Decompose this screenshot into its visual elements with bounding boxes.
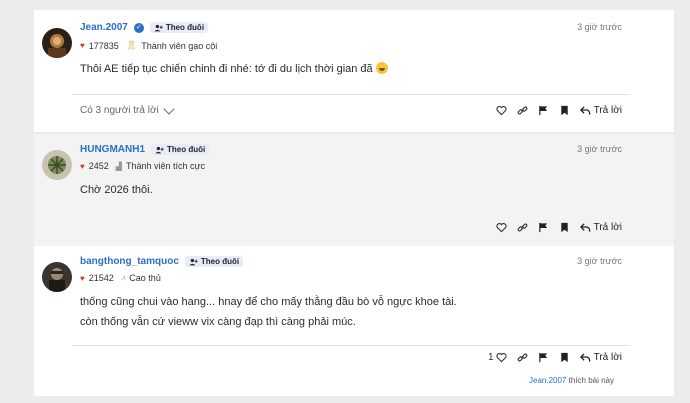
bookmark-button[interactable] — [559, 222, 570, 233]
like-button[interactable] — [496, 222, 507, 233]
link-icon — [517, 223, 527, 232]
chart-icon: ⩘ — [120, 273, 126, 282]
bookmark-button[interactable] — [559, 352, 570, 363]
link-icon — [517, 106, 527, 115]
replies-toggle[interactable]: Có 3 người trả lời — [80, 103, 175, 116]
user-meta: ♥ 2452 ▟ Thành viên tích cực — [80, 161, 205, 171]
post-text-line: Thôi AE tiếp tục chiến chinh đi nhé: tớ … — [80, 63, 373, 75]
liked-by-user[interactable]: Jean.2007 — [529, 376, 566, 385]
avatar[interactable] — [42, 262, 72, 292]
heart-outline-icon — [496, 223, 507, 233]
flag-icon — [538, 105, 547, 116]
bookmark-icon — [560, 105, 568, 116]
divider — [72, 345, 630, 346]
bookmark-icon — [560, 222, 568, 233]
follow-label: Theo đuôi — [165, 23, 205, 32]
grin-emoji-icon — [375, 62, 388, 74]
heart-icon: ♥ — [80, 273, 85, 283]
copy-link-button[interactable] — [517, 352, 528, 363]
like-button[interactable] — [496, 105, 507, 116]
post-header: Jean.2007 ✓ Theo đuôi — [80, 22, 209, 33]
chevron-down-icon — [163, 103, 175, 115]
avatar[interactable] — [42, 28, 72, 58]
copy-link-button[interactable] — [517, 105, 528, 116]
post-time[interactable]: 3 giờ trước — [577, 22, 622, 32]
post-actions: Trả lời — [496, 222, 622, 233]
heart-outline-icon — [496, 353, 507, 363]
post-actions: 1 Trả lời — [488, 352, 622, 363]
bars-icon: ▟ — [115, 161, 122, 171]
bookmark-icon — [560, 352, 568, 363]
post-2: HUNGMANH1 Theo đuôi 3 giờ trước ♥ 2452 ▟… — [34, 134, 674, 246]
rank-title: Thành viên tích cực — [125, 161, 205, 171]
flag-icon — [538, 222, 547, 233]
verified-icon: ✓ — [133, 22, 144, 33]
post-body: Thôi AE tiếp tục chiến chinh đi nhé: tớ … — [80, 59, 388, 79]
like-count: 1 — [488, 352, 494, 363]
follow-button[interactable]: Theo đuôi — [149, 22, 209, 33]
reply-label: Trả lời — [593, 222, 622, 233]
user-plus-icon — [155, 146, 164, 153]
post-time[interactable]: 3 giờ trước — [577, 256, 622, 266]
post-header: HUNGMANH1 Theo đuôi — [80, 144, 210, 155]
user-plus-icon — [154, 24, 163, 31]
post-body: thống cũng chui vào hang... hnay để cho … — [80, 292, 457, 332]
ribbon-icon: 🎗 — [125, 40, 138, 50]
reply-label: Trả lời — [593, 105, 622, 116]
flag-button[interactable] — [538, 222, 549, 233]
follow-button[interactable]: Theo đuôi — [151, 144, 210, 155]
liked-by: Jean.2007 thích bài này — [529, 376, 614, 385]
reply-icon — [579, 106, 590, 115]
post-3: bangthong_tamquoc Theo đuôi 3 giờ trước … — [34, 246, 674, 396]
flag-icon — [538, 352, 547, 363]
link-icon — [517, 353, 527, 362]
post-time[interactable]: 3 giờ trước — [577, 144, 622, 154]
heart-icon: ♥ — [80, 161, 85, 171]
rank-title: Cao thủ — [129, 273, 161, 283]
follow-label: Theo đuôi — [200, 257, 240, 266]
user-meta: ♥ 177835 🎗 Thành viên gạo cội — [80, 40, 217, 51]
reply-button[interactable]: Trả lời — [579, 352, 622, 363]
liked-by-suffix: thích bài này — [568, 376, 614, 385]
username[interactable]: HUNGMANH1 — [80, 144, 145, 155]
post-text-line: thống cũng chui vào hang... hnay để cho … — [80, 296, 457, 308]
reply-label: Trả lời — [593, 352, 622, 363]
post-actions: Trả lời — [496, 105, 622, 116]
user-meta: ♥ 21542 ⩘ Cao thủ — [80, 273, 161, 283]
username[interactable]: Jean.2007 — [80, 22, 128, 33]
flag-button[interactable] — [538, 352, 549, 363]
replies-label: Có 3 người trả lời — [80, 105, 159, 116]
reply-icon — [579, 353, 590, 362]
heart-icon: ♥ — [80, 41, 85, 50]
reply-button[interactable]: Trả lời — [579, 105, 622, 116]
post-text-line: còn thống vẫn cứ vieww vix càng đạp thì … — [80, 316, 356, 328]
post-body: Chờ 2026 thôi. — [80, 180, 153, 200]
follow-label: Theo đuôi — [167, 145, 206, 154]
post-header: bangthong_tamquoc Theo đuôi — [80, 256, 244, 267]
like-total: 21542 — [88, 273, 114, 283]
flag-button[interactable] — [538, 105, 549, 116]
rank-title: Thành viên gạo cội — [141, 40, 218, 51]
post-1: Jean.2007 ✓ Theo đuôi 3 giờ trước ♥ 1778… — [34, 10, 674, 132]
like-total: 2452 — [88, 161, 109, 171]
username[interactable]: bangthong_tamquoc — [80, 256, 179, 267]
reply-icon — [579, 223, 590, 232]
reply-button[interactable]: Trả lời — [579, 222, 622, 233]
heart-outline-icon — [496, 106, 507, 116]
topic-page: Jean.2007 ✓ Theo đuôi 3 giờ trước ♥ 1778… — [0, 0, 690, 403]
user-plus-icon — [189, 258, 198, 265]
like-total: 177835 — [88, 40, 119, 51]
follow-button[interactable]: Theo đuôi — [184, 256, 244, 267]
avatar[interactable] — [42, 150, 72, 180]
post-text-line: Chờ 2026 thôi. — [80, 184, 153, 196]
bookmark-button[interactable] — [559, 105, 570, 116]
copy-link-button[interactable] — [517, 222, 528, 233]
like-button[interactable]: 1 — [488, 352, 507, 363]
divider — [72, 94, 630, 95]
